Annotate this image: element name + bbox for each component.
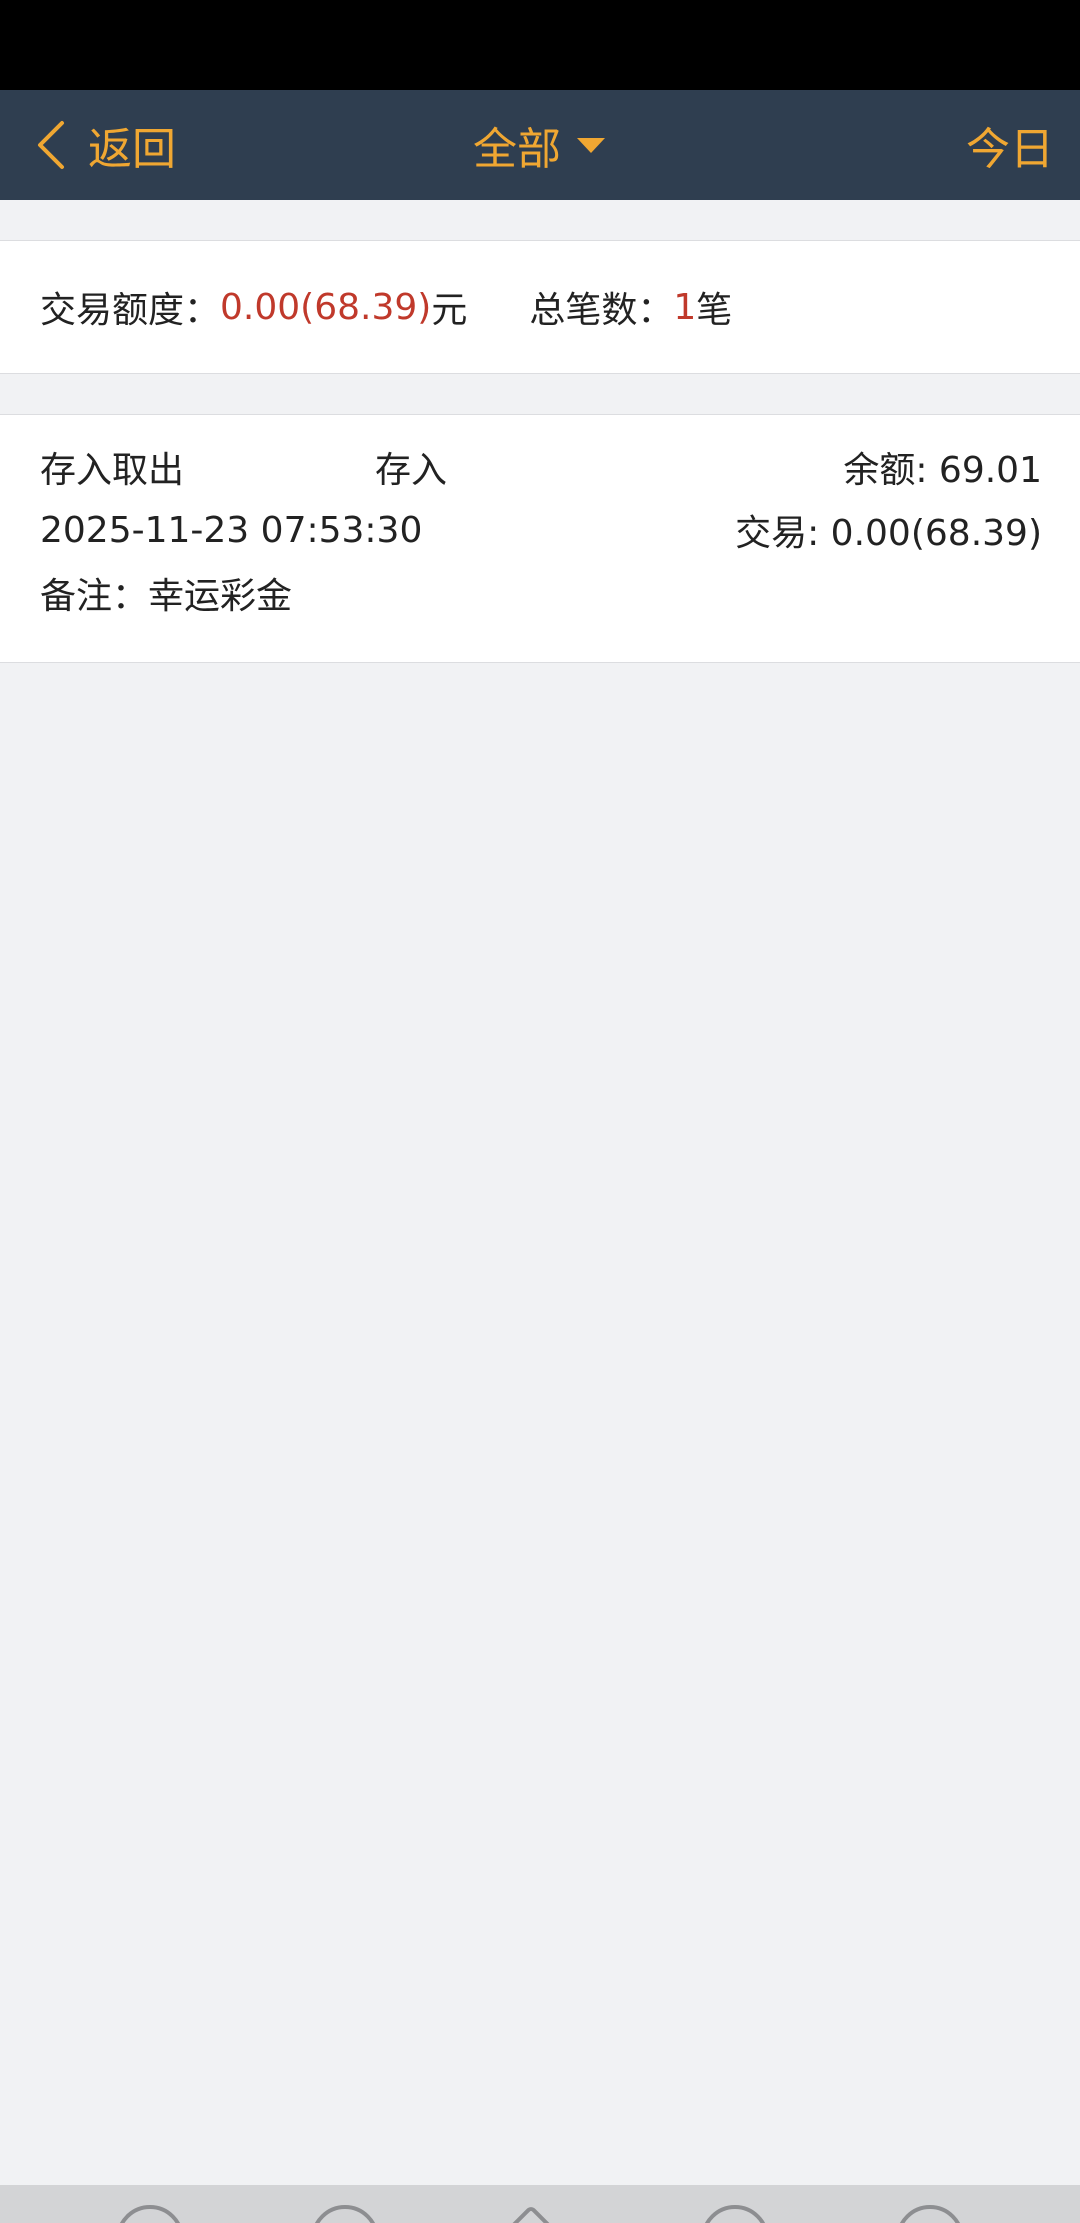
- count-value: 1: [673, 286, 697, 328]
- home-icon[interactable]: [495, 2204, 567, 2223]
- list-item[interactable]: 存入取出 存入 余额: 69.01 2025-11-23 07:53:30 交易…: [0, 414, 1080, 663]
- top-nav-bar: 返回 全部 今日: [0, 90, 1080, 200]
- record-type: 存入: [375, 450, 448, 491]
- back-label: 返回: [88, 124, 176, 175]
- tab-icon-1[interactable]: [116, 2205, 184, 2223]
- filter-title: 全部: [473, 124, 561, 175]
- today-button[interactable]: 今日: [966, 90, 1054, 200]
- count-label: 总笔数：: [529, 290, 674, 331]
- amount-label: 交易额度：: [40, 290, 221, 331]
- filter-dropdown[interactable]: 全部: [473, 113, 607, 177]
- summary-bar: 交易额度： 0.00(68.39) 元 总笔数： 1 笔: [0, 240, 1080, 374]
- record-transaction: 交易: 0.00(68.39): [735, 513, 1042, 554]
- record-balance: 余额: 69.01: [843, 450, 1042, 491]
- record-note: 备注：幸运彩金: [40, 576, 293, 617]
- tab-icon-5[interactable]: [896, 2205, 964, 2223]
- record-category: 存入取出: [40, 450, 185, 491]
- status-bar: [0, 0, 1080, 90]
- refresh-icon[interactable]: [701, 2205, 769, 2223]
- tab-icon-2[interactable]: [311, 2205, 379, 2223]
- bottom-tab-bar: [0, 2185, 1080, 2223]
- record-datetime: 2025-11-23 07:53:30: [40, 509, 423, 551]
- chevron-left-icon: [38, 121, 64, 169]
- caret-down-icon: [577, 138, 605, 153]
- amount-unit: 元: [431, 290, 468, 331]
- back-button[interactable]: 返回: [36, 90, 176, 200]
- amount-value: 0.00(68.39): [220, 286, 432, 328]
- count-unit: 笔: [696, 290, 733, 331]
